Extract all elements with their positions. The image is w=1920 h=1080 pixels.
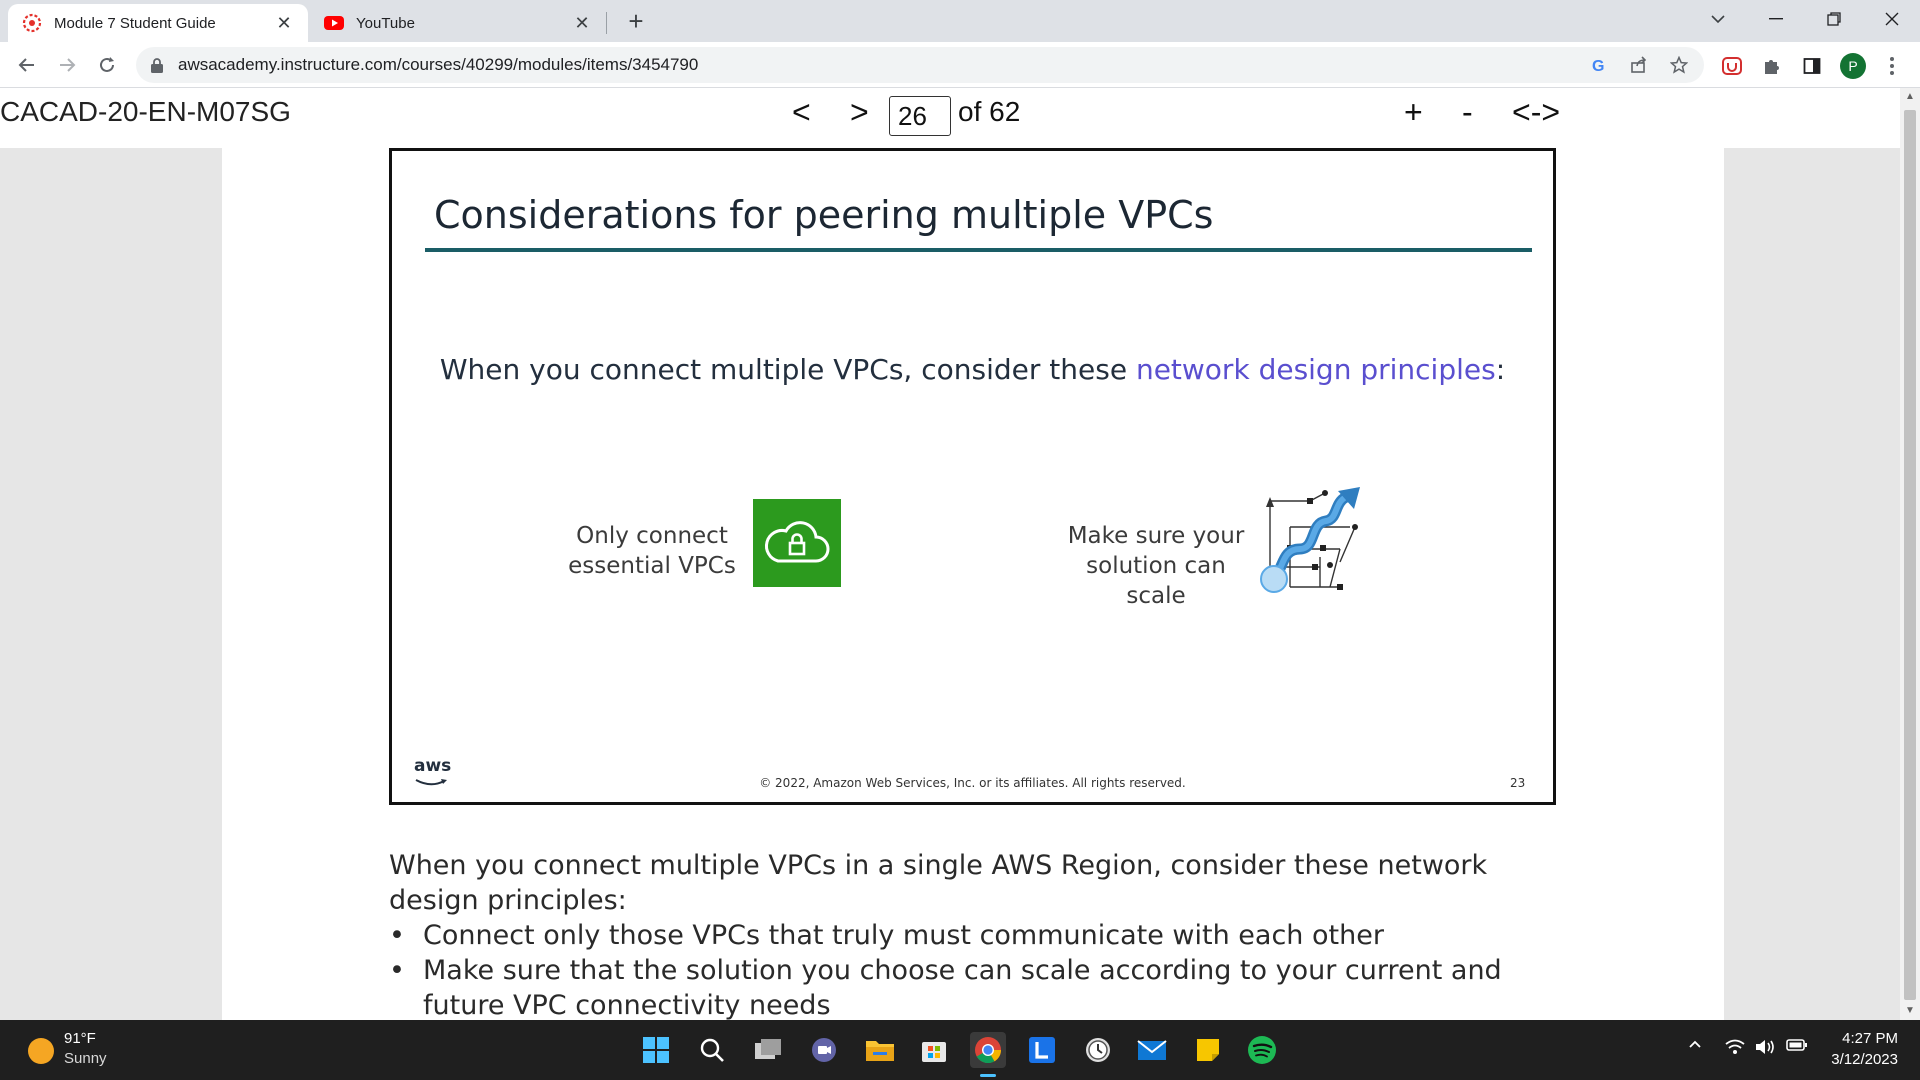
scrollbar-thumb[interactable] [1904, 110, 1916, 1000]
vertical-scrollbar[interactable]: ▲ ▼ [1900, 88, 1920, 1020]
cloud-lock-icon [753, 499, 841, 587]
slide-copyright: © 2022, Amazon Web Services, Inc. or its… [759, 776, 1186, 790]
list-item: Make sure that the solution you choose c… [389, 953, 1549, 1020]
weather-temperature[interactable]: 91°F [64, 1030, 96, 1047]
zoom-in-button[interactable]: + [1404, 94, 1423, 131]
scalability-network-icon [1260, 487, 1368, 595]
list-item: Connect only those VPCs that truly must … [389, 918, 1549, 953]
mail-icon[interactable] [1134, 1032, 1170, 1068]
spotify-icon[interactable] [1244, 1032, 1280, 1068]
caption-line: Only connect [576, 523, 728, 549]
fit-width-button[interactable]: <-> [1512, 94, 1560, 131]
sun-icon[interactable] [28, 1038, 54, 1064]
close-tab-icon[interactable]: ✕ [274, 13, 294, 34]
close-tab-icon[interactable]: ✕ [572, 13, 592, 34]
system-clock-date[interactable]: 3/12/2023 [1818, 1051, 1898, 1068]
slide-number: 23 [1510, 776, 1526, 790]
battery-icon[interactable] [1786, 1038, 1808, 1057]
tab-module-7-student-guide[interactable]: Module 7 Student Guide ✕ [8, 4, 308, 42]
notes-paragraph: When you connect multiple VPCs in a sing… [389, 850, 1488, 916]
slide-image: Considerations for peering multiple VPCs… [389, 148, 1556, 805]
zoom-out-button[interactable]: - [1462, 94, 1473, 131]
slide-lead-text: When you connect multiple VPCs, consider… [392, 353, 1553, 386]
address-bar[interactable]: awsacademy.instructure.com/courses/40299… [136, 47, 1704, 83]
notes-bullet-list: Connect only those VPCs that truly must … [389, 918, 1549, 1020]
volume-icon[interactable] [1754, 1038, 1776, 1061]
youtube-icon [324, 13, 344, 33]
file-explorer-icon[interactable] [862, 1032, 898, 1068]
notes-section: When you connect multiple VPCs in a sing… [389, 848, 1549, 1020]
weather-condition[interactable]: Sunny [64, 1050, 107, 1067]
clock-app-icon[interactable] [1080, 1032, 1116, 1068]
reload-icon[interactable] [92, 50, 122, 80]
lead-colon: : [1495, 353, 1506, 386]
scroll-down-icon[interactable]: ▼ [1900, 1002, 1920, 1020]
search-icon[interactable] [694, 1032, 730, 1068]
close-window-button[interactable] [1864, 0, 1920, 38]
title-underline [425, 248, 1532, 252]
restore-button[interactable] [1806, 0, 1862, 38]
share-icon[interactable] [1628, 54, 1650, 76]
active-app-indicator [980, 1074, 996, 1077]
l-app-icon[interactable] [1024, 1032, 1060, 1068]
task-view-icon[interactable] [750, 1032, 786, 1068]
extensions-puzzle-icon[interactable] [1760, 54, 1784, 78]
profile-avatar[interactable]: P [1840, 53, 1866, 79]
page-number-input[interactable]: 26 [889, 96, 951, 136]
tab-title: YouTube [356, 14, 415, 32]
canvas-icon [22, 13, 42, 33]
caption-line: solution can scale [1086, 553, 1226, 609]
slide-title: Considerations for peering multiple VPCs [434, 193, 1214, 237]
browser-toolbar: awsacademy.instructure.com/courses/40299… [0, 42, 1920, 88]
aws-logo: aws [414, 756, 452, 776]
url-text[interactable]: awsacademy.instructure.com/courses/40299… [178, 55, 698, 75]
caption-line: essential VPCs [568, 553, 736, 579]
principle-solution-scale: Make sure your solution can scale [1058, 521, 1254, 611]
side-panel-icon[interactable] [1800, 54, 1824, 78]
bookmark-star-icon[interactable] [1668, 54, 1690, 76]
show-hidden-icons-icon[interactable] [1688, 1036, 1702, 1054]
lock-icon[interactable] [150, 57, 164, 73]
tab-search-icon[interactable] [1690, 0, 1746, 38]
lead-highlight: network design principles [1135, 353, 1496, 386]
chrome-icon[interactable] [970, 1032, 1006, 1068]
google-translate-icon[interactable]: G [1588, 54, 1610, 76]
tab-youtube[interactable]: YouTube ✕ [310, 4, 606, 42]
forward-icon[interactable] [52, 50, 82, 80]
lead-text: When you connect multiple VPCs, consider… [439, 353, 1136, 386]
back-icon[interactable] [12, 50, 42, 80]
wifi-icon[interactable] [1724, 1038, 1746, 1061]
caption-line: Make sure your [1067, 523, 1245, 549]
menu-kebab-icon[interactable] [1880, 54, 1904, 78]
microsoft-store-icon[interactable] [916, 1032, 952, 1068]
viewer-toolbar: CACAD-20-EN-M07SG < > 26 of 62 + - <-> [0, 88, 1900, 148]
teams-chat-icon[interactable] [806, 1032, 842, 1068]
system-clock-time[interactable]: 4:27 PM [1818, 1030, 1898, 1047]
scroll-up-icon[interactable]: ▲ [1900, 88, 1920, 106]
windows-taskbar: 91°F Sunny 4:27 PM 3/12/2023 [0, 1020, 1920, 1080]
principle-essential-vpcs: Only connect essential VPCs [568, 521, 736, 581]
pdf-viewer: CACAD-20-EN-M07SG < > 26 of 62 + - <-> C… [0, 88, 1920, 1020]
tab-title: Module 7 Student Guide [54, 14, 216, 32]
extension-shield-icon[interactable] [1720, 54, 1744, 78]
document-title: CACAD-20-EN-M07SG [0, 96, 291, 127]
tab-separator [606, 12, 607, 34]
minimize-button[interactable] [1748, 0, 1804, 38]
next-page-button[interactable]: > [850, 94, 869, 131]
page-count: of 62 [958, 96, 1021, 127]
previous-page-button[interactable]: < [792, 94, 811, 131]
new-tab-button[interactable]: + [624, 6, 648, 37]
svg-text:G: G [1592, 58, 1604, 74]
windows-start-icon[interactable] [638, 1032, 674, 1068]
tab-strip: Module 7 Student Guide ✕ YouTube ✕ + [0, 0, 1920, 42]
sticky-notes-icon[interactable] [1190, 1032, 1226, 1068]
